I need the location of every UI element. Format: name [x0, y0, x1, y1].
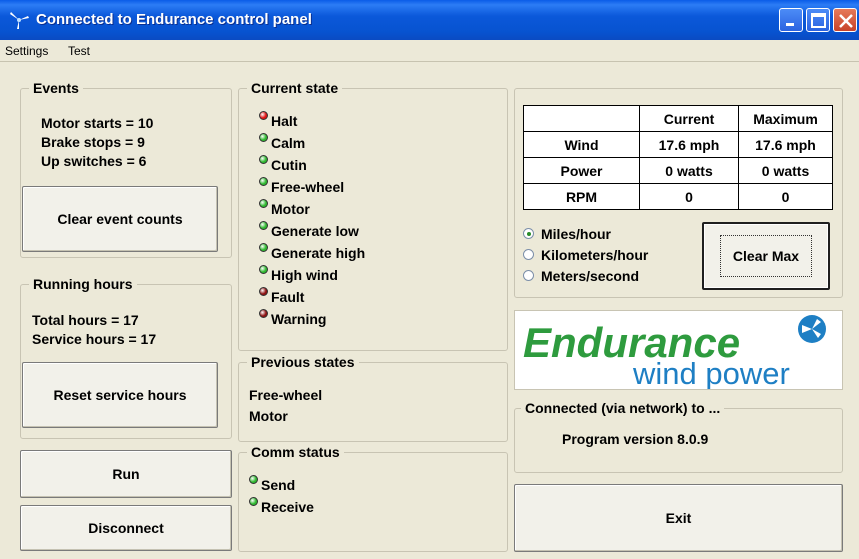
- program-version-text: Program version 8.0.9: [562, 431, 709, 447]
- table-cell: Power: [523, 157, 640, 184]
- current-state-title: Current state: [247, 80, 343, 96]
- running-hours-title: Running hours: [29, 276, 137, 292]
- service-hours-text: Service hours = 17: [32, 331, 157, 347]
- radio-unselected-icon[interactable]: [523, 249, 534, 260]
- led-indicator-icon: [259, 177, 268, 186]
- clear-max-label: Clear Max: [719, 235, 813, 277]
- total-hours-text: Total hours = 17: [32, 312, 139, 328]
- connection-title: Connected (via network) to ...: [521, 400, 725, 416]
- menu-bar: Settings Test: [0, 40, 859, 62]
- led-indicator-icon: [259, 221, 268, 230]
- maximize-icon: [811, 13, 826, 28]
- table-cell: RPM: [523, 183, 640, 210]
- disconnect-button[interactable]: Disconnect: [20, 505, 232, 551]
- table-header-cell: Maximum: [738, 105, 833, 132]
- run-button[interactable]: Run: [20, 450, 232, 498]
- table-cell: 0: [738, 183, 833, 210]
- table-header-cell: Current: [639, 105, 739, 132]
- radio-selected-icon[interactable]: [523, 228, 534, 239]
- previous-states-group: Previous states Free-wheel Motor: [238, 354, 508, 442]
- table-header-row: Current Maximum: [523, 105, 833, 132]
- title-bar[interactable]: Connected to Endurance control panel: [0, 0, 859, 40]
- radio-label: Kilometers/hour: [541, 247, 649, 263]
- led-indicator-icon: [249, 475, 258, 484]
- minimize-icon: [786, 23, 794, 26]
- state-label: High wind: [271, 267, 338, 283]
- minimize-button[interactable]: [779, 8, 803, 32]
- state-label: Free-wheel: [271, 179, 345, 195]
- table-cell: 0 watts: [639, 157, 739, 184]
- current-state-group: Current state Halt Calm Cutin Free-wheel…: [238, 80, 508, 351]
- comm-status-group: Comm status Send Receive: [238, 444, 508, 552]
- close-icon: [839, 14, 853, 28]
- previous-state-item: Free-wheel: [249, 387, 323, 403]
- exit-button[interactable]: Exit: [514, 484, 843, 552]
- led-indicator-icon: [259, 265, 268, 274]
- led-indicator-icon: [259, 111, 268, 120]
- measurements-table: Current Maximum Wind 17.6 mph 17.6 mph P…: [523, 105, 833, 210]
- turbine-logo-icon: [798, 315, 826, 343]
- state-label: Generate low: [271, 223, 359, 239]
- led-indicator-icon: [259, 287, 268, 296]
- close-button[interactable]: [833, 8, 857, 32]
- clear-max-button[interactable]: Clear Max: [702, 222, 830, 290]
- state-label: Motor: [271, 201, 310, 217]
- logo-tagline: wind power: [632, 356, 790, 389]
- menu-test[interactable]: Test: [68, 44, 90, 58]
- state-label: Warning: [271, 311, 327, 327]
- menu-settings[interactable]: Settings: [5, 44, 48, 58]
- led-indicator-icon: [259, 309, 268, 318]
- comm-label: Send: [261, 477, 296, 493]
- maximize-button[interactable]: [806, 8, 830, 32]
- measurements-panel: Current Maximum Wind 17.6 mph 17.6 mph P…: [514, 88, 843, 298]
- table-cell: Wind: [523, 131, 640, 158]
- table-cell: 17.6 mph: [738, 131, 833, 158]
- state-label: Halt: [271, 113, 298, 129]
- state-label: Generate high: [271, 245, 366, 261]
- table-row: Wind 17.6 mph 17.6 mph: [523, 131, 833, 158]
- previous-states-title: Previous states: [247, 354, 359, 370]
- state-label: Fault: [271, 289, 305, 305]
- comm-status-title: Comm status: [247, 444, 344, 460]
- radio-unselected-icon[interactable]: [523, 270, 534, 281]
- endurance-logo: Endurance wind power: [514, 310, 843, 391]
- table-header-cell: [523, 105, 640, 132]
- connection-group: Connected (via network) to ... Program v…: [514, 400, 843, 473]
- led-indicator-icon: [249, 497, 258, 506]
- table-row: Power 0 watts 0 watts: [523, 157, 833, 184]
- led-indicator-icon: [259, 155, 268, 164]
- endurance-wind-power-logo: Endurance wind power: [523, 315, 826, 391]
- led-indicator-icon: [259, 133, 268, 142]
- led-indicator-icon: [259, 199, 268, 208]
- state-label: Cutin: [271, 157, 307, 173]
- comm-label: Receive: [261, 499, 314, 515]
- wind-turbine-app-icon: [10, 12, 29, 29]
- state-label: Calm: [271, 135, 306, 151]
- table-cell: 0 watts: [738, 157, 833, 184]
- brake-stops-text: Brake stops = 9: [41, 134, 145, 150]
- table-row: RPM 0 0: [523, 183, 833, 210]
- table-cell: 0: [639, 183, 739, 210]
- radio-label: Miles/hour: [541, 226, 612, 242]
- led-indicator-icon: [259, 243, 268, 252]
- clear-event-counts-button[interactable]: Clear event counts: [22, 186, 218, 252]
- previous-state-item: Motor: [249, 408, 288, 424]
- motor-starts-text: Motor starts = 10: [41, 115, 154, 131]
- radio-label: Meters/second: [541, 268, 640, 284]
- reset-service-hours-button[interactable]: Reset service hours: [22, 362, 218, 428]
- window-title: Connected to Endurance control panel: [36, 11, 312, 28]
- events-title: Events: [29, 80, 83, 96]
- up-switches-text: Up switches = 6: [41, 153, 147, 169]
- table-cell: 17.6 mph: [639, 131, 739, 158]
